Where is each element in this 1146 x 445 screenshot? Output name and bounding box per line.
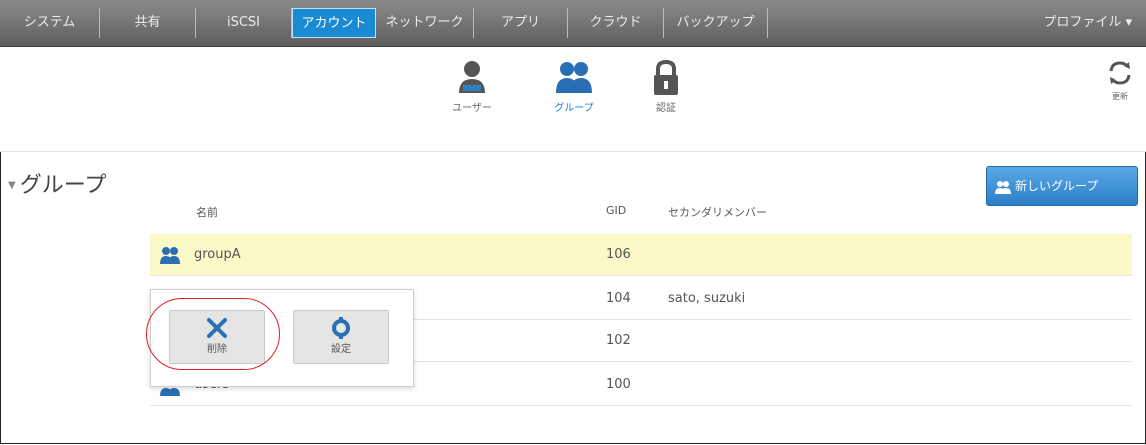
menu-cloud[interactable]: クラウド xyxy=(568,8,664,38)
delete-x-icon xyxy=(207,318,227,338)
column-header-name[interactable]: 名前 xyxy=(196,204,218,220)
group-icon xyxy=(556,62,592,93)
menu-network[interactable]: ネットワーク xyxy=(376,8,474,38)
tool-auth-label: 認証 xyxy=(656,103,676,114)
column-header-gid[interactable]: GID xyxy=(606,204,626,217)
tool-users-label: ユーザー xyxy=(452,103,492,114)
delete-label: 削除 xyxy=(207,344,227,355)
settings-label: 設定 xyxy=(331,344,351,355)
menu-shares[interactable]: 共有 xyxy=(100,8,196,38)
gear-icon xyxy=(332,317,350,339)
profile-menu[interactable]: プロファイル ▾ xyxy=(1043,8,1132,38)
tool-users[interactable]: ユーザー xyxy=(432,59,512,114)
row-gid: 104 xyxy=(606,291,631,306)
row-gid: 100 xyxy=(606,377,631,392)
menu-system[interactable]: システム xyxy=(0,8,100,38)
group-add-icon xyxy=(995,180,1011,194)
menu-accounts[interactable]: アカウント xyxy=(292,8,376,38)
row-gid: 106 xyxy=(606,247,631,262)
column-header-secondary[interactable]: セカンダリメンバー xyxy=(668,204,767,220)
new-group-button[interactable]: 新しいグループ xyxy=(986,166,1138,206)
refresh-label: 更新 xyxy=(1112,92,1128,101)
tool-auth[interactable]: 認証 xyxy=(626,59,706,114)
collapse-triangle-icon: ▼ xyxy=(8,180,16,191)
refresh-button[interactable]: 更新 xyxy=(1102,59,1138,102)
row-gid: 102 xyxy=(606,333,631,348)
row-secondary-members: sato, suzuki xyxy=(668,291,746,306)
section-title: グループ xyxy=(19,173,107,198)
main-menu-bar: システム 共有 iSCSI アカウント ネットワーク アプリ クラウド バックア… xyxy=(0,0,1146,47)
delete-button[interactable]: 削除 xyxy=(169,310,265,364)
section-header[interactable]: ▼ グループ xyxy=(8,172,118,200)
group-icon xyxy=(160,247,180,264)
account-toolbar: ユーザー グループ 認証 更新 xyxy=(0,47,1146,152)
tool-groups[interactable]: グループ xyxy=(534,59,614,114)
menu-backup[interactable]: バックアップ xyxy=(664,8,768,38)
menu-apps[interactable]: アプリ xyxy=(474,8,568,38)
settings-button[interactable]: 設定 xyxy=(293,310,389,364)
table-row[interactable]: groupA 106 xyxy=(150,234,1132,276)
user-icon xyxy=(459,61,485,93)
row-action-popup: 削除 設定 xyxy=(150,289,414,387)
refresh-icon xyxy=(1109,61,1131,85)
row-name: groupA xyxy=(194,247,241,262)
lock-icon xyxy=(654,59,678,95)
new-group-label: 新しいグループ xyxy=(1015,179,1099,193)
menu-iscsi[interactable]: iSCSI xyxy=(196,8,292,38)
tool-groups-label: グループ xyxy=(554,103,594,114)
